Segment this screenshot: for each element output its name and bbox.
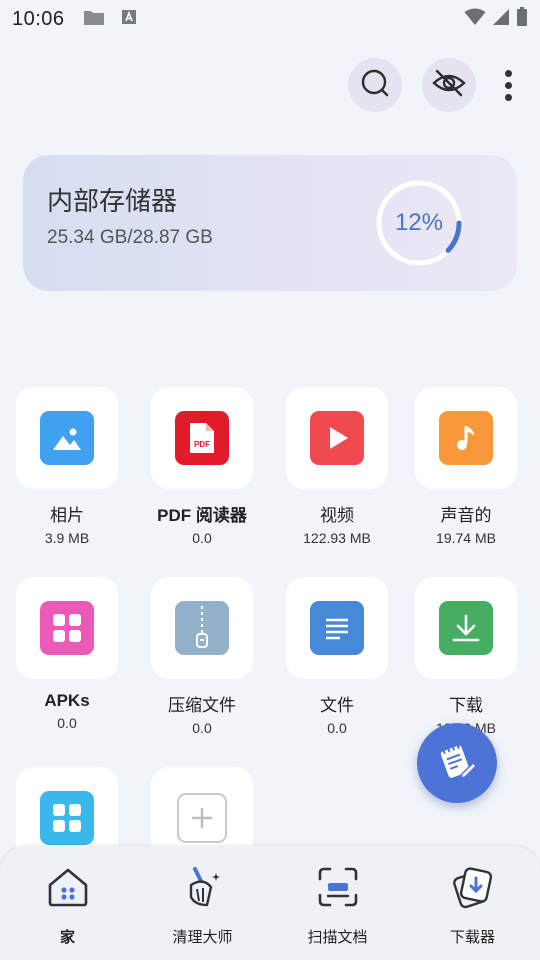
eye-off-icon [432,68,466,103]
category-size: 0.0 [192,530,212,546]
category-tile [286,387,388,489]
wifi-icon [464,8,486,31]
category-tile [16,577,118,679]
category-size: 0.0 [57,715,77,731]
category-apks[interactable]: APKs 0.0 [2,577,132,731]
category-tile: PDF [151,387,253,489]
category-label: 文件 [320,696,354,716]
category-label: 相片 [50,506,84,526]
category-tile [415,387,517,489]
category-tile [151,577,253,679]
category-tile [16,387,118,489]
category-videos[interactable]: 视频 122.93 MB [272,387,402,546]
nav-downloader[interactable]: 下载器 [405,846,540,960]
category-pdf-reader[interactable]: PDF PDF 阅读器 0.0 [137,387,267,546]
category-photos[interactable]: 相片 3.9 MB [2,387,132,546]
nav-label: 扫描文档 [307,928,368,946]
category-downloads[interactable]: 下载 182.3 MB [401,577,531,736]
category-label: 视频 [320,506,354,526]
category-label: 下载 [449,696,483,716]
internal-storage-card[interactable]: 内部存储器 25.34 GB/28.87 GB 12% [23,155,517,291]
apps-grid-icon [40,791,94,845]
category-size: 0.0 [327,720,347,736]
nav-label: 家 [59,928,75,946]
category-label: APKs [44,691,90,710]
category-compressed[interactable]: 压缩文件 0.0 [137,577,267,736]
category-size: 19.74 MB [436,530,496,546]
storage-title: 内部存储器 [47,187,178,217]
apps-grid-icon [40,601,94,655]
category-size: 3.9 MB [44,530,90,546]
notes-fab-button[interactable] [417,723,497,803]
svg-text:PDF: PDF [194,440,210,449]
category-tile [286,577,388,679]
category-audio[interactable]: 声音的 19.74 MB [401,387,531,546]
notepad-edit-icon [436,740,478,787]
bottom-navigation: 家 清理大师 扫描文档 下载器 [0,846,540,960]
category-documents[interactable]: 文件 0.0 [272,577,402,736]
storage-usage: 25.34 GB/28.87 GB [47,227,213,248]
more-dot-icon [504,93,512,101]
storage-percent: 12% [394,209,444,236]
category-tile [415,577,517,679]
search-icon [359,67,391,104]
category-label: 声音的 [440,506,492,526]
image-icon [40,411,94,465]
font-a-icon [121,9,137,30]
home-icon [45,864,91,910]
download-icon [439,601,493,655]
more-dot-icon [504,69,512,77]
signal-icon [492,8,510,31]
downloader-icon [450,864,496,910]
nav-label: 下载器 [449,928,495,946]
battery-icon [516,6,528,32]
scan-icon [315,864,361,910]
status-time: 10:06 [12,7,65,30]
more-options-button[interactable] [496,58,520,112]
folder-icon [83,8,105,31]
top-actions [348,58,520,112]
music-note-icon [439,411,493,465]
category-label: 压缩文件 [168,696,236,716]
status-bar: 10:06 [0,0,540,38]
zip-icon [175,601,229,655]
nav-label: 清理大师 [172,928,233,946]
category-label: PDF 阅读器 [157,506,247,525]
nav-cleaner[interactable]: 清理大师 [135,846,270,960]
hide-button[interactable] [422,58,476,112]
document-icon [310,601,364,655]
search-button[interactable] [348,58,402,112]
nav-scan[interactable]: 扫描文档 [270,846,405,960]
category-size: 122.93 MB [303,530,371,546]
category-size: 0.0 [192,720,212,736]
more-dot-icon [504,81,512,89]
nav-home[interactable]: 家 [0,846,135,960]
play-icon [310,411,364,465]
pdf-icon: PDF [175,411,229,465]
broom-icon [180,864,226,910]
add-icon [177,793,227,843]
